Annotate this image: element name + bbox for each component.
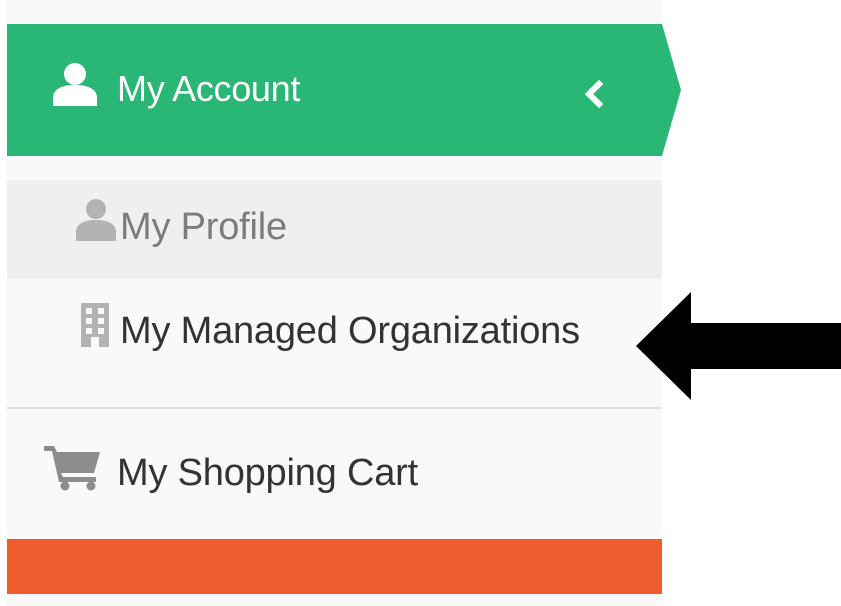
user-icon: [76, 199, 116, 241]
building-icon: [81, 303, 109, 347]
sidebar-item-label: My Shopping Cart: [117, 452, 418, 494]
chevron-left-icon[interactable]: [581, 79, 607, 109]
page: My Account My Profile My Managed Organiz…: [0, 0, 841, 606]
sidebar-item-my-managed-organizations[interactable]: My Managed Organizations: [7, 279, 662, 407]
sidebar-item-label: My Profile: [120, 206, 287, 248]
next-menu-section[interactable]: [7, 539, 662, 594]
shopping-cart-icon: [44, 446, 100, 491]
arrow-left-icon: [636, 292, 841, 400]
sidebar-item-my-profile[interactable]: My Profile: [7, 180, 662, 279]
menu-header-background: [7, 24, 681, 156]
my-account-menu-header[interactable]: My Account: [7, 24, 681, 156]
user-icon: [53, 63, 97, 106]
sidebar-item-label: My Managed Organizations: [120, 310, 580, 352]
menu-header-title: My Account: [117, 68, 301, 109]
sidebar-item-my-shopping-cart[interactable]: My Shopping Cart: [7, 409, 662, 539]
